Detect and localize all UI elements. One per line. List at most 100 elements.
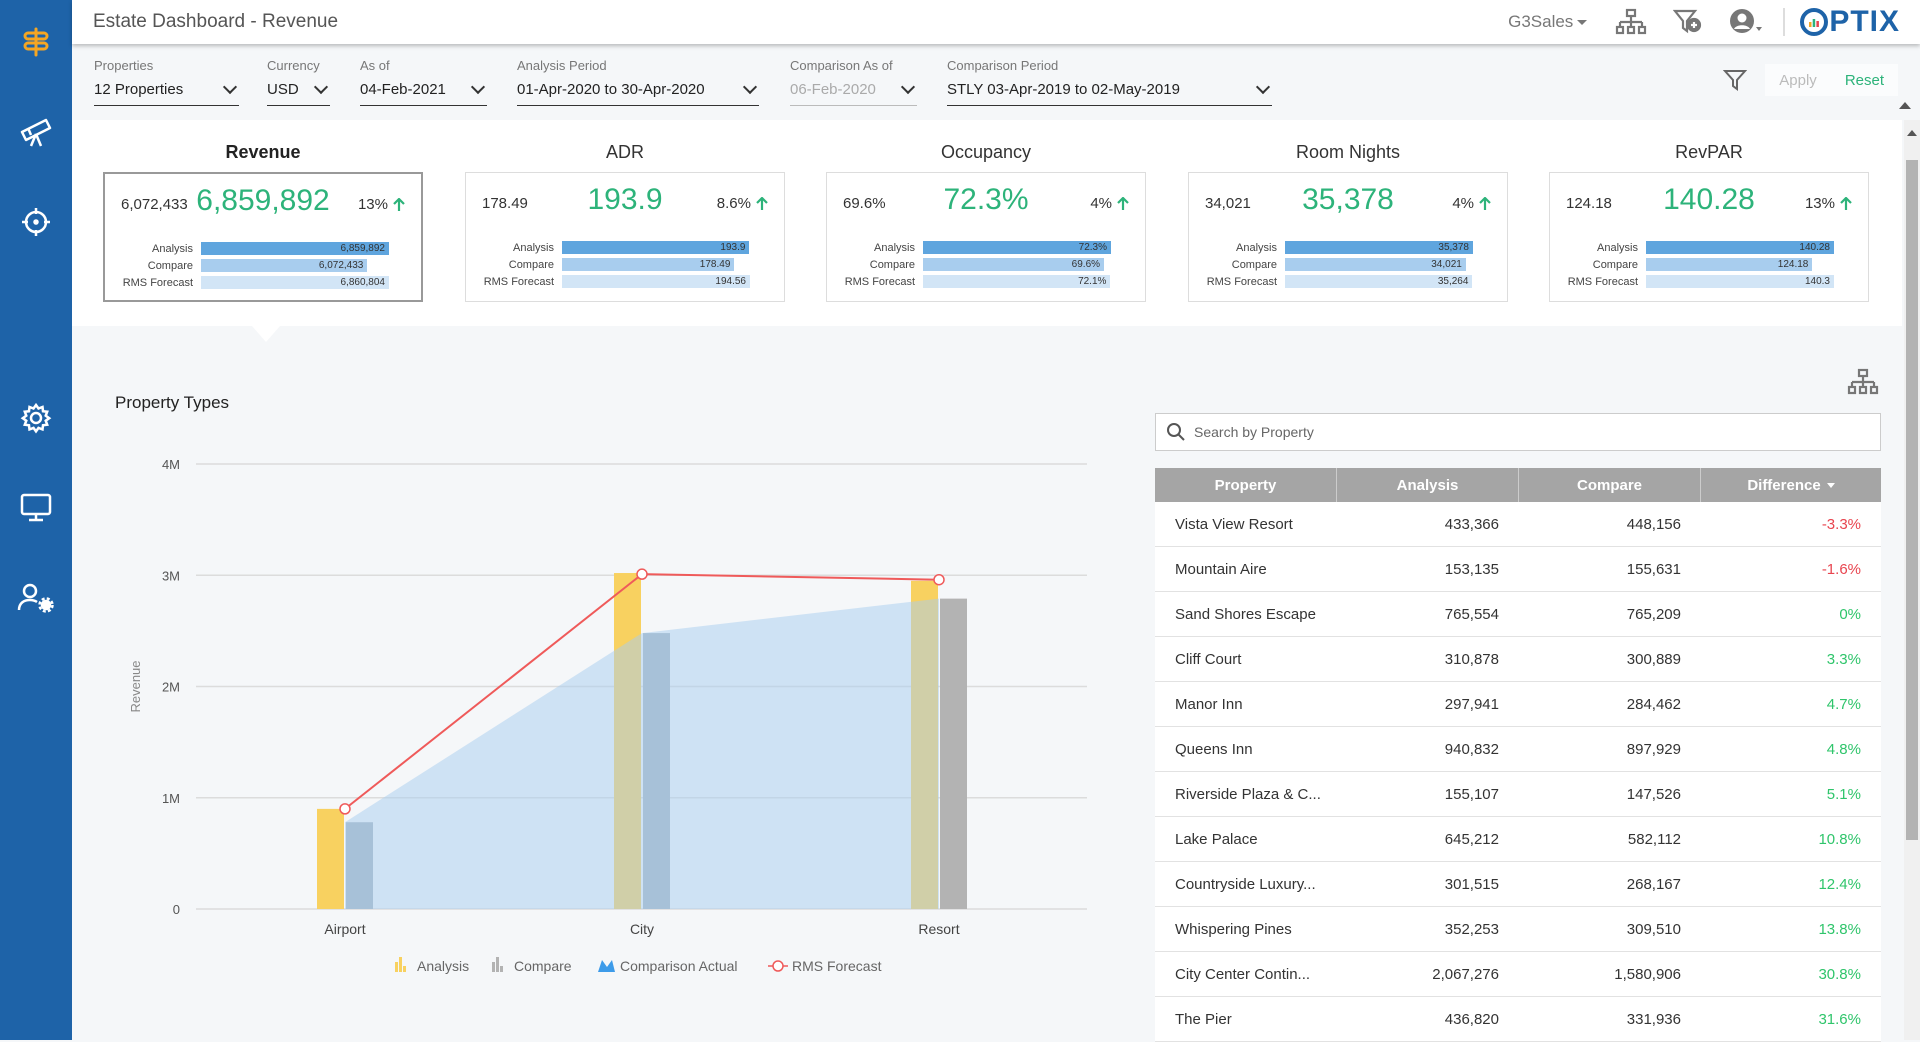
kpi-bar-label: Compare (869, 258, 915, 271)
comparison-period-filter[interactable]: Comparison Period STLY 03-Apr-2019 to 02… (947, 58, 1272, 106)
cell-difference: 4.7% (1826, 695, 1861, 713)
column-header-property[interactable]: Property (1155, 468, 1337, 502)
kpi-bar-row: RMS Forecast 194.56 (478, 273, 772, 290)
cell-difference: 3.3% (1826, 650, 1861, 668)
properties-label: Properties (94, 58, 154, 73)
kpi-bar-label: Compare (1592, 258, 1638, 271)
cell-difference: 10.8% (1818, 830, 1861, 848)
active-card-pointer (252, 326, 280, 342)
table-row[interactable]: Queens Inn 940,832 897,929 4.8% (1155, 727, 1881, 772)
scroll-up-arrow[interactable] (1907, 130, 1917, 136)
cell-compare: 268,167 (1626, 875, 1681, 893)
kpi-card-revpar[interactable]: RevPAR 140.28 124.18 13% Analysis 140.28… (1549, 120, 1869, 302)
scrollbar[interactable] (1904, 120, 1920, 1040)
table-row[interactable]: Whispering Pines 352,253 309,510 13.8% (1155, 907, 1881, 952)
table-row[interactable]: Mountain Aire 153,135 155,631 -1.6% (1155, 547, 1881, 592)
kpi-change-pct: 13% (357, 196, 388, 213)
table-row[interactable]: City Center Contin... 2,067,276 1,580,90… (1155, 952, 1881, 997)
page-title: Estate Dashboard - Revenue (93, 11, 339, 32)
kpi-box: 140.28 124.18 13% Analysis 140.28 Compar… (1549, 172, 1869, 302)
currency-filter[interactable]: Currency USD (267, 58, 330, 106)
properties-select[interactable]: 12 Properties (94, 79, 239, 106)
kpi-card-occupancy[interactable]: Occupancy 72.3% 69.6% 4% Analysis 72.3% … (826, 120, 1146, 302)
comparison-period-select[interactable]: STLY 03-Apr-2019 to 02-May-2019 (947, 79, 1272, 106)
y-tick-label: 2M (162, 680, 180, 695)
table-row[interactable]: Riverside Plaza & C... 155,107 147,526 5… (1155, 772, 1881, 817)
kpi-bar-row: RMS Forecast 72.1% (839, 273, 1133, 290)
cell-property: Vista View Resort (1175, 515, 1293, 533)
comparison-as-of-select[interactable]: 06-Feb-2020 (790, 79, 917, 106)
properties-value: 12 Properties (94, 81, 184, 98)
table-row[interactable]: Countryside Luxury... 301,515 268,167 12… (1155, 862, 1881, 907)
kpi-compare-value: 178.49 (482, 195, 528, 212)
column-header-compare[interactable]: Compare (1519, 468, 1701, 502)
hierarchy-view-icon[interactable] (1847, 368, 1879, 401)
kpi-card-room-nights[interactable]: Room Nights 35,378 34,021 4% Analysis 35… (1188, 120, 1508, 302)
cell-difference: 30.8% (1818, 965, 1861, 983)
kpi-title: ADR (605, 142, 644, 162)
kpi-box: 6,859,892 6,072,433 13% Analysis 6,859,8… (103, 172, 423, 302)
cell-compare: 1,580,906 (1614, 965, 1681, 983)
kpi-bar-label: Analysis (874, 241, 915, 254)
kpi-change-pct: 8.6% (716, 195, 751, 212)
table-row[interactable]: Sand Shores Escape 765,554 765,209 0% (1155, 592, 1881, 637)
comparison-as-of-filter[interactable]: Comparison As of 06-Feb-2020 (790, 58, 917, 106)
currency-select[interactable]: USD (267, 79, 330, 106)
as-of-value: 04-Feb-2021 (360, 81, 446, 98)
table-row[interactable]: Cliff Court 310,878 300,889 3.3% (1155, 637, 1881, 682)
kpi-change: 4% (1090, 195, 1129, 212)
bar-analysis (317, 808, 344, 909)
analysis-period-filter[interactable]: Analysis Period 01-Apr-2020 to 30-Apr-20… (517, 58, 759, 106)
legend-label: Compare (514, 958, 572, 974)
crosshair-icon[interactable] (16, 202, 56, 242)
kpi-bar-label: RMS Forecast (1567, 275, 1638, 288)
monitor-icon[interactable] (16, 487, 56, 527)
hierarchy-icon[interactable] (1615, 8, 1647, 36)
as-of-filter[interactable]: As of 04-Feb-2021 (360, 58, 487, 106)
as-of-select[interactable]: 04-Feb-2021 (360, 79, 487, 106)
table-row[interactable]: Vista View Resort 433,366 448,156 -3.3% (1155, 502, 1881, 547)
table-header: Property Analysis Compare Difference (1155, 468, 1881, 502)
reset-button[interactable]: Reset (1830, 64, 1898, 96)
signpost-icon[interactable] (16, 22, 56, 62)
table-row[interactable]: Lake Palace 645,212 582,112 10.8% (1155, 817, 1881, 862)
account-icon[interactable] (1729, 8, 1765, 36)
user-group-menu[interactable]: G3Sales (1508, 12, 1588, 32)
currency-value: USD (267, 81, 299, 98)
kpi-card-revenue[interactable]: Revenue 6,859,892 6,072,433 13% Analysis… (103, 120, 423, 302)
settings-gear-icon[interactable] (16, 398, 56, 438)
apply-button[interactable]: Apply (1765, 64, 1831, 96)
search-input[interactable] (1194, 424, 1880, 440)
scrollbar-thumb[interactable] (1906, 160, 1918, 840)
filter-icon[interactable] (1723, 68, 1748, 92)
table-row[interactable]: The Pier 436,820 331,936 31.6% (1155, 997, 1881, 1042)
analysis-period-select[interactable]: 01-Apr-2020 to 30-Apr-2020 (517, 79, 759, 106)
cell-analysis: 155,107 (1444, 785, 1499, 803)
x-tick-label: Airport (324, 921, 365, 937)
column-header-difference[interactable]: Difference (1701, 468, 1881, 502)
scroll-up-arrow[interactable] (1899, 102, 1911, 109)
search-box[interactable] (1155, 413, 1881, 451)
kpi-change: 13% (358, 196, 405, 213)
add-filter-icon[interactable] (1673, 8, 1703, 36)
column-header-analysis[interactable]: Analysis (1337, 468, 1519, 502)
point-rms-forecast (933, 573, 945, 586)
comparison-as-of-value: 06-Feb-2020 (790, 81, 876, 98)
table-row[interactable]: Manor Inn 297,941 284,462 4.7% (1155, 682, 1881, 727)
user-settings-icon[interactable] (16, 577, 56, 617)
as-of-label: As of (360, 58, 390, 73)
cell-compare: 155,631 (1626, 560, 1681, 578)
legend-icon-analysis (403, 966, 406, 972)
properties-filter[interactable]: Properties 12 Properties (94, 58, 239, 106)
kpi-bar: 140.28 (1646, 241, 1834, 254)
kpi-card-adr[interactable]: ADR 193.9 178.49 8.6% Analysis 193.9 Com… (465, 120, 785, 302)
legend-icon-comparison-actual (598, 960, 615, 972)
kpi-box: 72.3% 69.6% 4% Analysis 72.3% Compare 69… (826, 172, 1146, 302)
kpi-box: 193.9 178.49 8.6% Analysis 193.9 Compare… (465, 172, 785, 302)
kpi-bar-row: RMS Forecast 35,264 (1201, 273, 1495, 290)
kpi-bar: 34,021 (1285, 258, 1466, 271)
kpi-change-pct: 13% (1804, 195, 1835, 212)
telescope-icon[interactable] (16, 112, 56, 152)
cell-difference: 0% (1839, 605, 1861, 623)
y-tick-label: 4M (162, 457, 180, 472)
